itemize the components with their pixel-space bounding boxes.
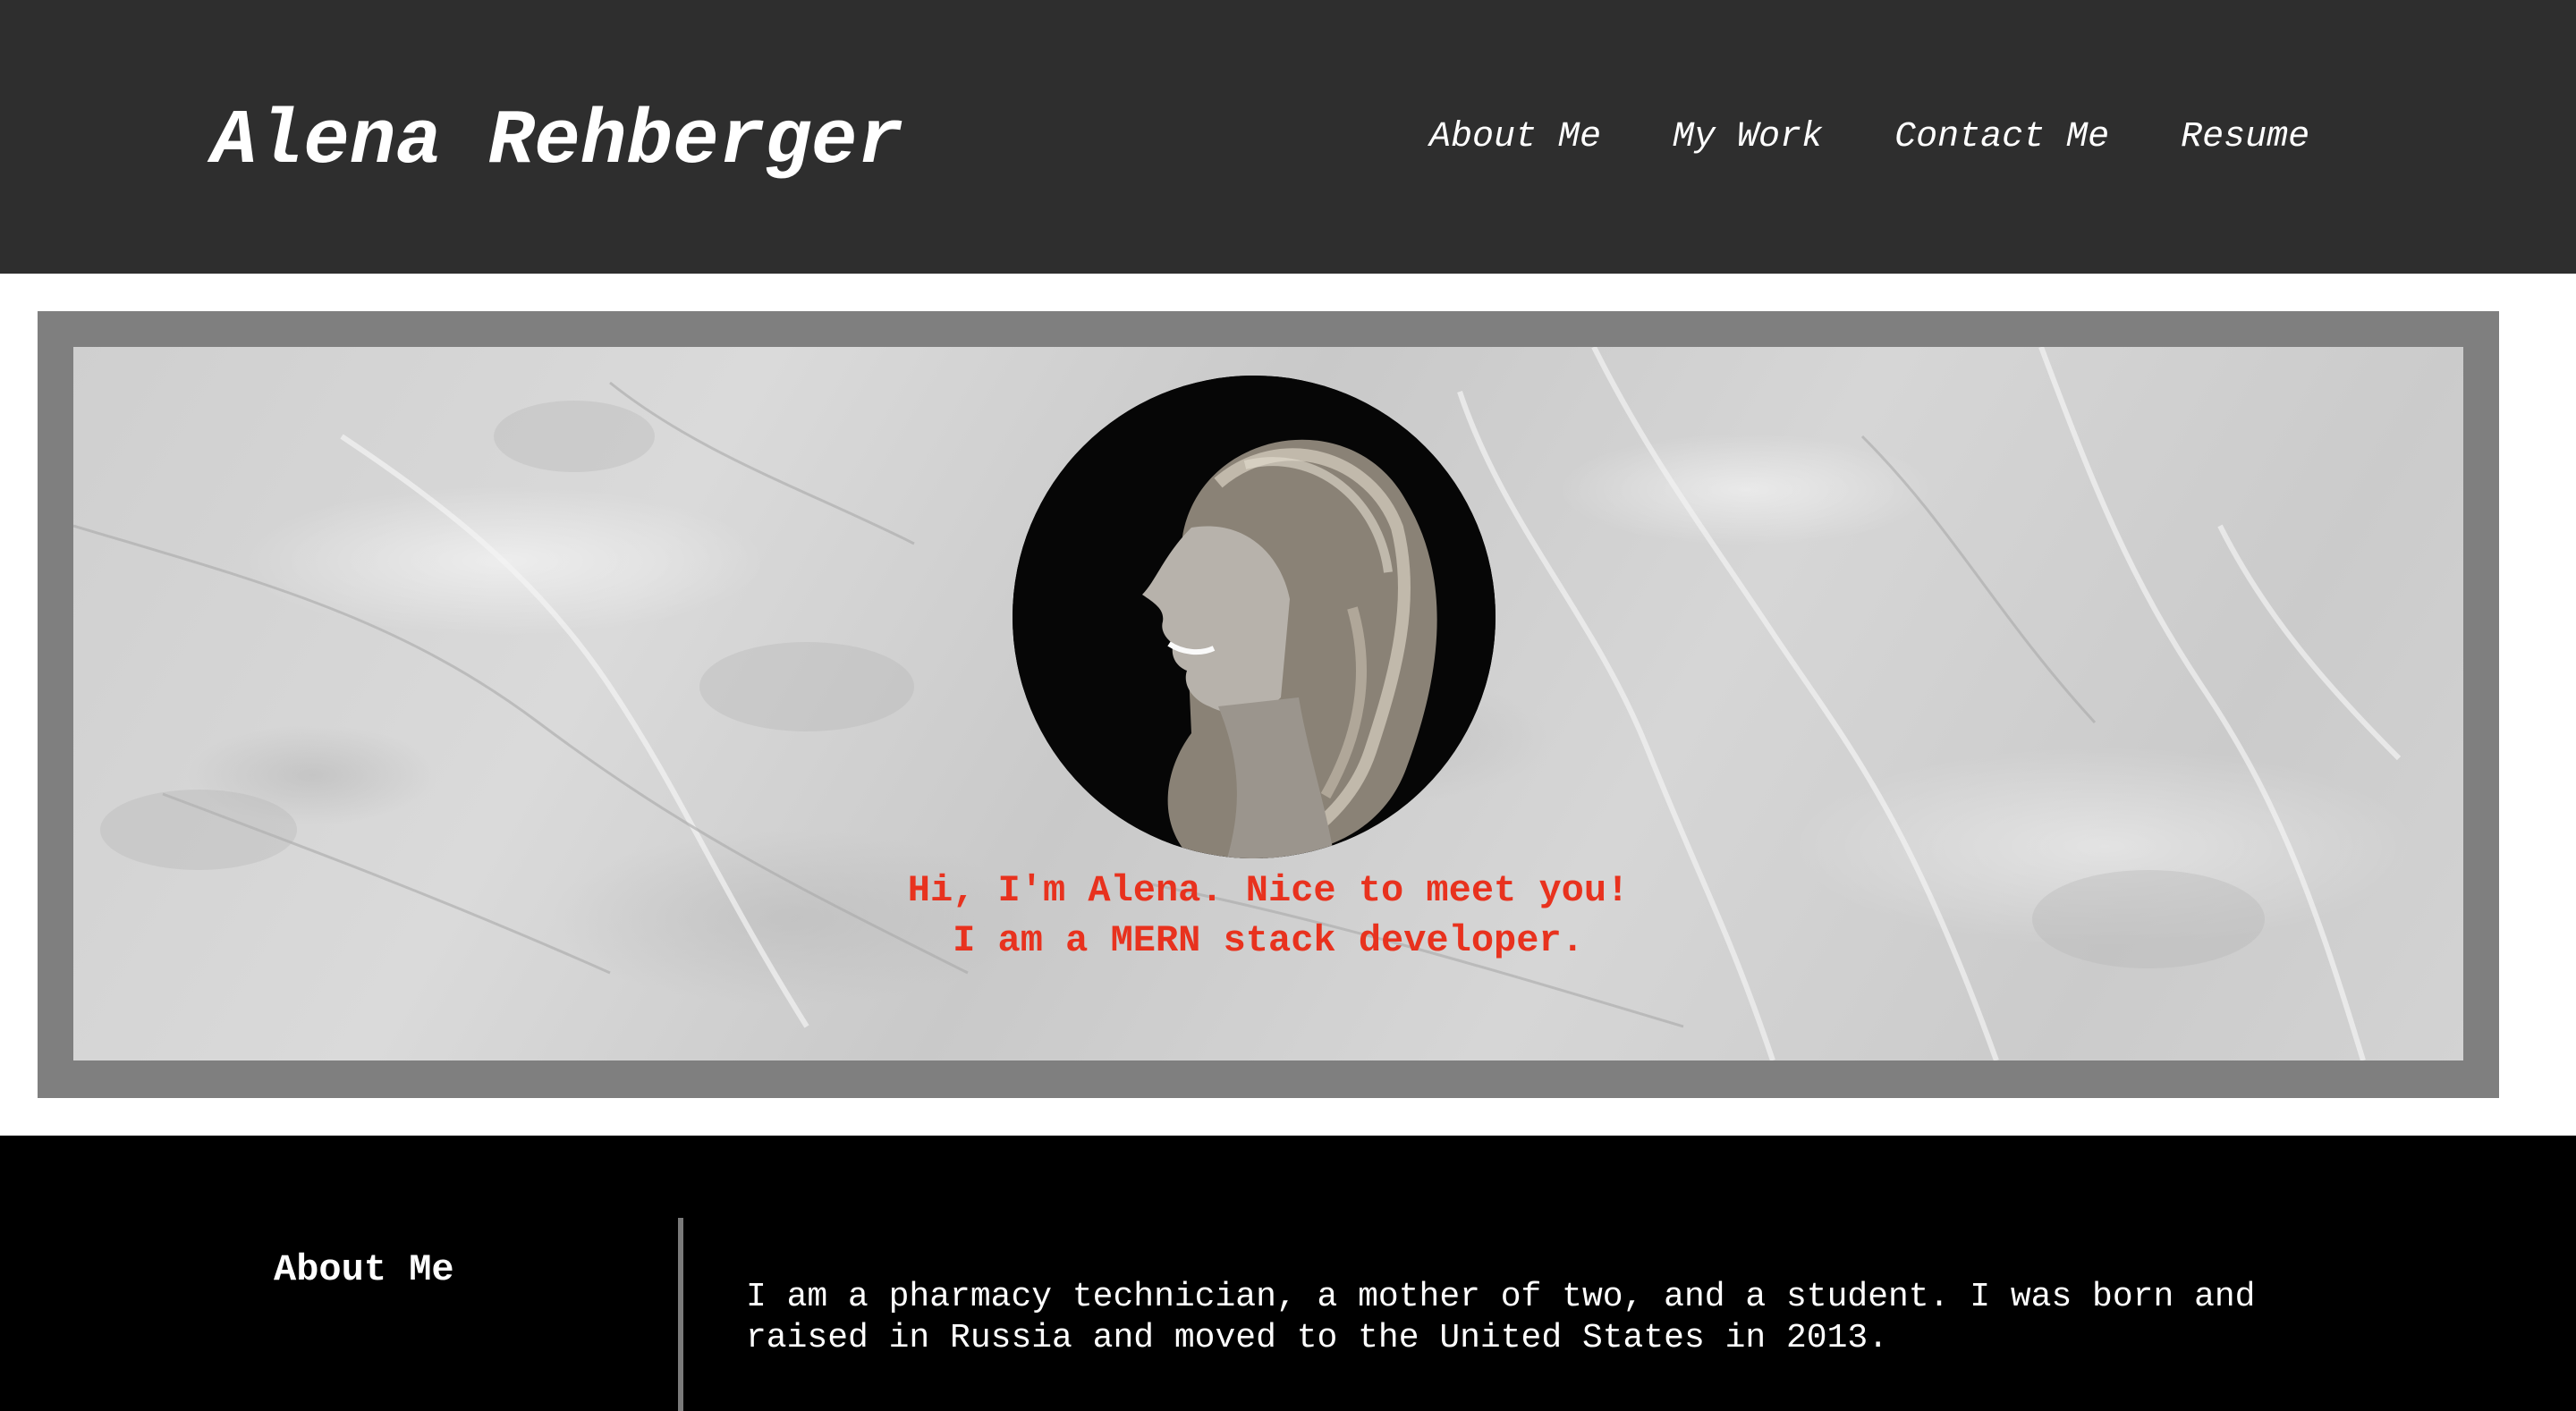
profile-portrait-graphic (1013, 376, 1496, 858)
hero-greeting-line1: Hi, I'm Alena. Nice to meet you! (907, 869, 1630, 912)
site-header: Alena Rehberger About Me My Work Contact… (0, 0, 2576, 274)
site-title: Alena Rehberger (211, 97, 904, 185)
main-nav: About Me My Work Contact Me Resume (1429, 111, 2309, 165)
hero-section: Hi, I'm Alena. Nice to meet you! I am a … (38, 311, 2499, 1098)
nav-my-work[interactable]: My Work (1673, 111, 1823, 165)
nav-contact-me[interactable]: Contact Me (1894, 111, 2109, 165)
hero-greeting-line2: I am a MERN stack developer. (953, 919, 1584, 962)
profile-photo (1013, 376, 1496, 858)
nav-about-me[interactable]: About Me (1429, 111, 1601, 165)
hero-intro-text: Hi, I'm Alena. Nice to meet you! I am a … (73, 866, 2463, 966)
about-paragraph: I am a pharmacy technician, a mother of … (746, 1278, 2256, 1357)
nav-resume[interactable]: Resume (2181, 111, 2309, 165)
about-divider (678, 1218, 683, 1411)
about-section: About Me I am a pharmacy technician, a m… (0, 1136, 2576, 1411)
about-heading: About Me (274, 1248, 454, 1291)
hero-marble-background: Hi, I'm Alena. Nice to meet you! I am a … (73, 347, 2463, 1060)
